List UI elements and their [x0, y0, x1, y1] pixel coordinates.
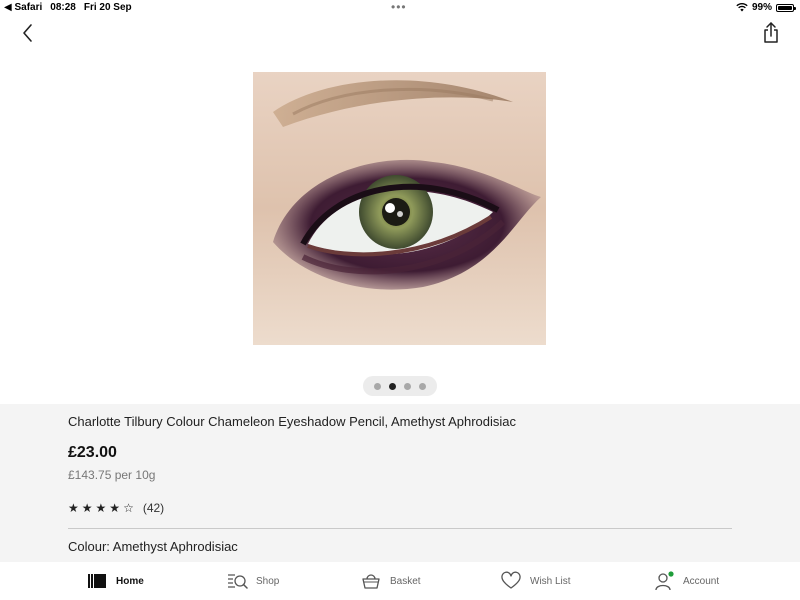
tab-wishlist[interactable]: Wish List: [500, 570, 571, 592]
tab-wishlist-label: Wish List: [530, 575, 571, 587]
heart-icon: [501, 571, 521, 589]
account-icon: [655, 571, 674, 591]
image-carousel-pager[interactable]: [363, 376, 437, 396]
tab-account-label: Account: [683, 575, 720, 587]
back-button[interactable]: [18, 22, 38, 44]
star-outline-icon: ☆: [123, 501, 134, 515]
share-button[interactable]: [761, 21, 781, 45]
multitasking-dots-icon[interactable]: •••: [391, 0, 407, 14]
colour-selector[interactable]: Colour: Amethyst Aphrodisiac: [68, 539, 238, 554]
star-icon: ★: [81, 501, 93, 515]
carousel-dot[interactable]: [419, 382, 426, 390]
tab-account[interactable]: Account: [653, 570, 719, 592]
status-bar: ◀ Safari 08:28 Fri 20 Sep ••• 99%: [0, 0, 800, 16]
share-icon: [764, 22, 778, 43]
status-time: 08:28: [50, 2, 76, 13]
tab-home[interactable]: Home: [86, 570, 144, 592]
tab-basket-label: Basket: [390, 575, 421, 587]
notification-dot-icon: [668, 571, 674, 577]
shop-search-icon: [228, 574, 248, 589]
status-right: 99%: [736, 2, 796, 13]
product-title: Charlotte Tilbury Colour Chameleon Eyesh…: [68, 414, 517, 429]
review-count: (42): [142, 501, 165, 515]
tab-shop[interactable]: Shop: [226, 570, 279, 592]
star-icon: ★: [68, 501, 79, 515]
product-info-panel: Charlotte Tilbury Colour Chameleon Eyesh…: [0, 404, 800, 562]
product-price: £23.00: [68, 444, 117, 461]
wifi-icon: [736, 3, 748, 12]
basket-icon: [362, 574, 380, 589]
carousel-dot[interactable]: [374, 382, 381, 390]
tab-basket[interactable]: Basket: [360, 570, 421, 592]
product-image[interactable]: [253, 72, 546, 345]
back-to-app-link[interactable]: ◀ Safari: [4, 2, 42, 13]
tab-bar: Home Shop Basket Wish List Account: [0, 562, 800, 600]
battery-percent: 99%: [751, 2, 772, 13]
rating-summary[interactable]: ★ ★ ★ ★ ☆ (42): [68, 501, 164, 515]
star-icon: ★: [109, 501, 121, 515]
star-icon: ★: [95, 501, 107, 515]
chevron-left-icon: [23, 24, 32, 42]
status-left: ◀ Safari 08:28 Fri 20 Sep: [4, 2, 132, 13]
divider: [68, 528, 732, 529]
tab-shop-label: Shop: [256, 575, 280, 587]
tab-home-label: Home: [116, 575, 144, 587]
home-icon: [88, 574, 106, 588]
status-date: Fri 20 Sep: [83, 2, 132, 13]
unit-price: £143.75 per 10g: [68, 468, 156, 482]
carousel-dot[interactable]: [404, 382, 411, 390]
carousel-dot[interactable]: [389, 382, 396, 390]
battery-icon: [776, 3, 796, 12]
